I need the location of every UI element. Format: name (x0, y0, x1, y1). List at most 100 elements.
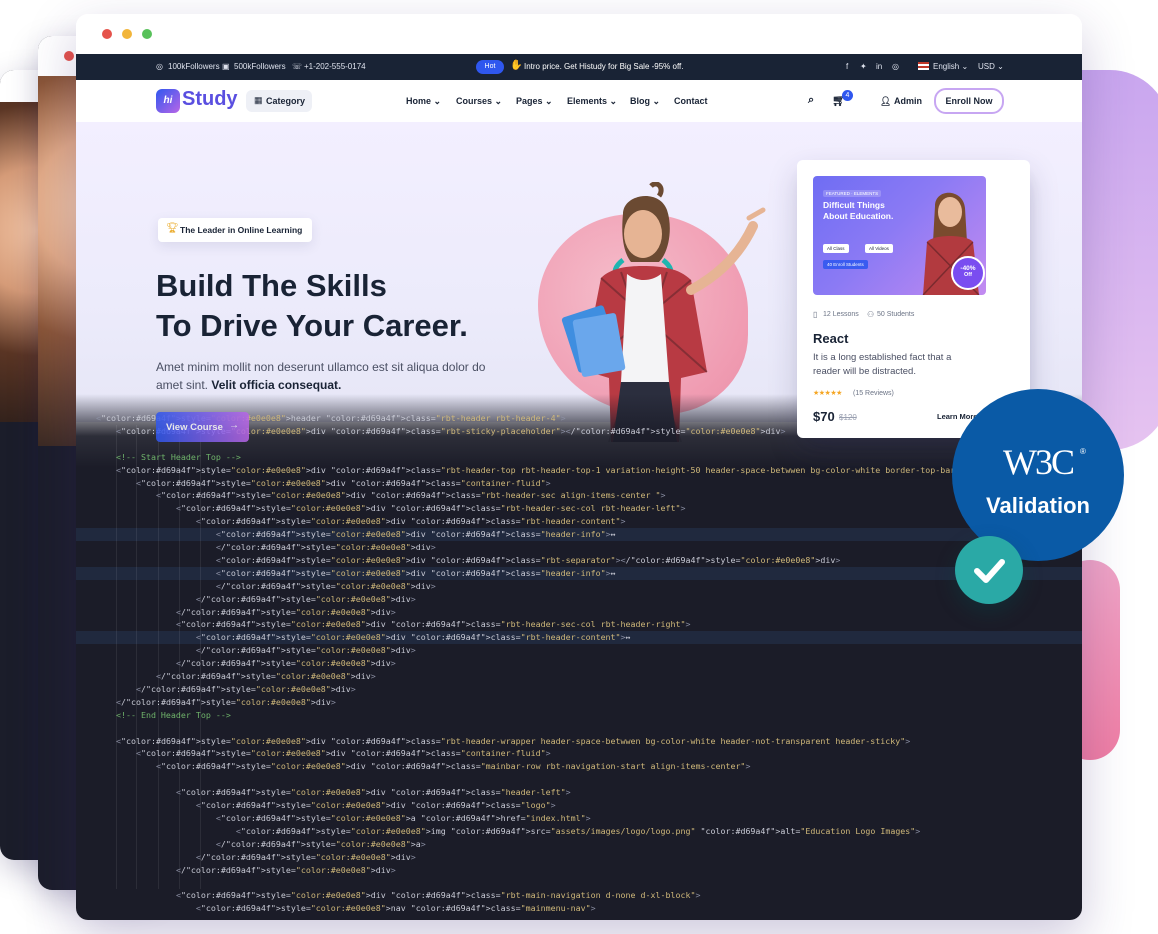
instagram-icon[interactable]: ◎ (156, 62, 163, 71)
code-line: <"color:#d69a4f">style="color:#e0e0e8">d… (215, 554, 841, 565)
window-close-dot[interactable] (102, 29, 112, 39)
hero-title-line-1: Build The Skills (156, 268, 387, 303)
code-line: <"color:#d69a4f">style="color:#e0e0e8">d… (115, 735, 911, 746)
hero-description-plain: amet sint. (156, 378, 212, 392)
code-line: </"color:#d69a4f">style="color:#e0e0e8">… (195, 645, 416, 656)
currency-select[interactable]: USD ⌄ (978, 62, 1004, 71)
instagram-followers[interactable]: 100kFollowers (168, 62, 220, 71)
discount-suffix: Off (964, 272, 972, 278)
hero-badge: 🏆︎ The Leader in Online Learning (158, 218, 312, 242)
code-line: <"color:#d69a4f">style="color:#e0e0e8">d… (175, 787, 571, 798)
code-line: <"color:#d69a4f">style="color:#e0e0e8">d… (215, 567, 616, 578)
code-line: </"color:#d69a4f">style="color:#e0e0e8">… (195, 851, 416, 862)
code-line: <"color:#d69a4f">style="color:#e0e0e8">d… (195, 632, 631, 643)
code-line: <"color:#d69a4f">style="color:#e0e0e8">a… (215, 812, 591, 823)
facebook-icon[interactable]: ▣ (222, 62, 230, 71)
instagram-social-icon[interactable]: ◎ (892, 62, 899, 71)
hero-description-bold: Velit officia consequat. (211, 378, 342, 392)
logo-mark: hi (156, 89, 180, 113)
window-minimize-dot[interactable] (122, 29, 132, 39)
code-line: <"color:#d69a4f">style="color:#e0e0e8">d… (155, 490, 666, 501)
code-line: </"color:#d69a4f">style="color:#e0e0e8">… (175, 606, 396, 617)
hero-description-line-1: Amet minim mollit non deserunt ullamco e… (156, 360, 486, 374)
registered-mark: ® (1080, 447, 1086, 456)
facebook-social-icon[interactable]: f (846, 62, 848, 71)
menu-blog-label: Blog (630, 96, 650, 106)
checkmark-glyph (974, 559, 1005, 583)
book-icon: ▯ (813, 310, 818, 319)
code-line: <"color:#d69a4f">style="color:#e0e0e8">d… (195, 516, 626, 527)
code-line: <"color:#d69a4f">style="color:#e0e0e8">d… (115, 464, 1082, 475)
code-line: <"color:#d69a4f">style="color:#e0e0e8">d… (175, 890, 701, 901)
grid-icon: ▦ (254, 95, 263, 105)
view-course-button[interactable]: View Course → (156, 412, 249, 442)
admin-link[interactable]: Admin (894, 96, 922, 106)
phone-icon: ☏ (292, 62, 303, 71)
code-line: <"color:#d69a4f">style="color:#e0e0e8">d… (195, 800, 556, 810)
code-line: </"color:#d69a4f">style="color:#e0e0e8">… (155, 671, 376, 681)
banner-pill-all-videos: All Videos (865, 244, 893, 253)
code-line: <"color:#d69a4f">style="color:#e0e0e8">d… (155, 761, 751, 772)
phone-number[interactable]: +1-202-555-0174 (304, 62, 366, 71)
twitter-icon[interactable]: ✦ (860, 62, 867, 71)
menu-blog[interactable]: Blog ⌄ (630, 96, 660, 107)
menu-pages-label: Pages (516, 96, 543, 106)
code-line: <"color:#d69a4f">style="color:#e0e0e8">i… (235, 825, 921, 836)
enroll-now-button[interactable]: Enroll Now (934, 88, 1004, 114)
hero-title-line-2: To Drive Your Career. (156, 308, 468, 343)
course-old-price: $120 (839, 413, 857, 422)
code-line: <"color:#d69a4f">style="color:#e0e0e8">d… (135, 748, 551, 759)
cart-count-badge: 4 (842, 90, 853, 101)
course-title[interactable]: React (813, 331, 848, 346)
course-description-line-1: It is a long established fact that a (813, 352, 952, 363)
menu-elements[interactable]: Elements ⌄ (567, 96, 617, 107)
course-price: $70 (813, 409, 835, 424)
window-maximize-dot[interactable] (142, 29, 152, 39)
logo-text: Study (182, 88, 238, 110)
user-icon: 👤︎ (880, 96, 892, 106)
code-line: <!-- End Header Top --> (96, 709, 231, 720)
lessons-count: 12 Lessons (823, 311, 859, 318)
code-line: </"color:#d69a4f">style="color:#e0e0e8">… (115, 696, 336, 707)
menu-home[interactable]: Home ⌄ (406, 96, 441, 107)
code-editor-panel: <"color:#d69a4f">style="color:#e0e0e8">h… (76, 394, 1082, 920)
menu-courses-label: Courses (456, 96, 493, 106)
linkedin-icon[interactable]: in (876, 62, 882, 71)
search-icon[interactable]: ⌕ (808, 94, 814, 107)
browser-window: ◎ 100kFollowers ▣ 500kFollowers ☏ +1-202… (76, 14, 1082, 920)
code-line: </"color:#d69a4f">style="color:#e0e0e8">… (215, 580, 436, 591)
hand-wave-icon: ✋ (510, 60, 523, 71)
course-card[interactable]: FEATURED · ELEMENTS Difficult Things Abo… (797, 160, 1030, 438)
code-line: <"color:#d69a4f">style="color:#e0e0e8">n… (195, 903, 596, 914)
banner-pill-all-class: All Class (823, 244, 849, 253)
language-select[interactable]: English ⌄ (933, 62, 968, 71)
category-button[interactable]: ▦ Category (246, 90, 312, 112)
code-line: </"color:#d69a4f">style="color:#e0e0e8">… (135, 683, 356, 694)
code-line: <"color:#d69a4f">style="color:#e0e0e8">d… (175, 503, 686, 514)
flag-icon (918, 62, 929, 70)
code-line: </"color:#d69a4f">style="color:#e0e0e8">… (175, 864, 396, 875)
main-navigation: hi Study ▦ Category Home ⌄ Courses ⌄ Pag… (76, 80, 1082, 123)
banner-pill-enroll: 40 Enroll Students (823, 260, 868, 269)
reviews-count: (15 Reviews) (853, 390, 894, 397)
menu-contact[interactable]: Contact (674, 96, 708, 106)
facebook-followers[interactable]: 500kFollowers (234, 62, 286, 71)
promo-text: Intro price. Get Histudy for Big Sale -9… (524, 62, 684, 71)
students-count: 50 Students (877, 311, 915, 318)
category-label: Category (266, 96, 306, 106)
students-icon: ⚇ (867, 310, 875, 319)
menu-elements-label: Elements (567, 96, 608, 106)
course-banner: FEATURED · ELEMENTS Difficult Things Abo… (813, 176, 986, 295)
menu-courses[interactable]: Courses ⌄ (456, 96, 502, 107)
trophy-icon: 🏆︎ (166, 223, 179, 234)
menu-pages[interactable]: Pages ⌄ (516, 96, 553, 107)
hero-description-line-2: amet sint. Velit officia consequat. (156, 378, 341, 392)
check-icon (955, 536, 1023, 604)
code-line: </"color:#d69a4f">style="color:#e0e0e8">… (215, 542, 436, 552)
header-top-bar: ◎ 100kFollowers ▣ 500kFollowers ☏ +1-202… (76, 54, 1082, 80)
w3c-logo: W3C (1003, 442, 1075, 482)
banner-title-line-1: Difficult Things (823, 200, 885, 210)
arrow-right-icon: → (229, 420, 239, 431)
banner-tag: FEATURED · ELEMENTS (823, 190, 882, 197)
code-line: </"color:#d69a4f">style="color:#e0e0e8">… (215, 838, 426, 849)
